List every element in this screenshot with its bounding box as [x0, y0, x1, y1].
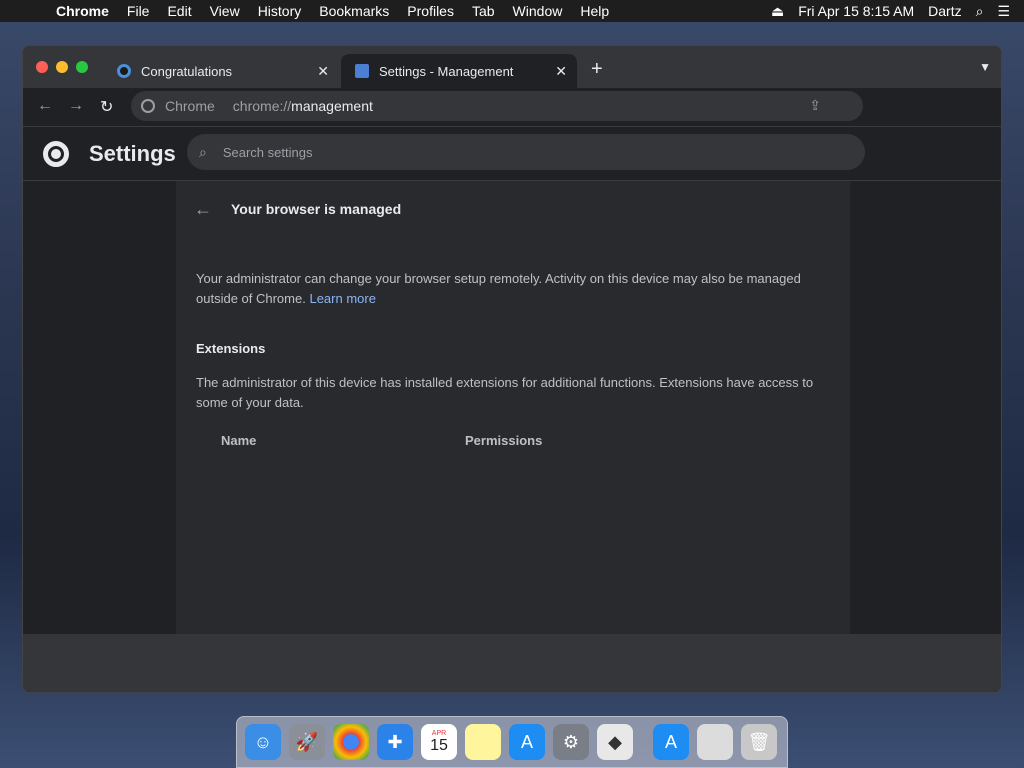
url-path: management: [291, 98, 373, 114]
tab-congratulations[interactable]: Congratulations ✕: [103, 54, 339, 88]
tab-settings-management[interactable]: Settings - Management ✕: [341, 54, 577, 88]
search-placeholder: Search settings: [222, 144, 313, 160]
trash-icon[interactable]: 🗑: [741, 724, 777, 760]
reload-icon[interactable]: ↻: [100, 97, 113, 117]
close-window-button[interactable]: [36, 61, 48, 73]
settings-search-input[interactable]: ⌕ Search settings: [187, 134, 865, 170]
column-permissions-header: Permissions: [465, 433, 543, 448]
search-icon: ⌕: [199, 143, 207, 160]
system-preferences-icon[interactable]: ⚙: [553, 724, 589, 760]
control-center-icon[interactable]: ☰: [997, 3, 1010, 20]
chrome-icon[interactable]: [333, 724, 369, 760]
menu-user[interactable]: Dartz: [928, 3, 961, 19]
menu-file[interactable]: File: [127, 3, 150, 19]
settings-title: Settings: [89, 141, 176, 166]
tab-search-chevron-icon[interactable]: ▼: [979, 60, 991, 74]
settings-favicon-icon: [355, 64, 369, 78]
minimize-window-button[interactable]: [56, 61, 68, 73]
management-card: ← Your browser is managed Your administr…: [176, 181, 850, 634]
calendar-month: APR: [431, 729, 447, 737]
menu-help[interactable]: Help: [580, 3, 609, 19]
tab-title: Congratulations: [141, 63, 233, 79]
address-bar[interactable]: Chrome chrome://management ⇪: [131, 91, 863, 121]
extensions-heading: Extensions: [196, 341, 266, 356]
download-bar: [23, 634, 1001, 692]
launchpad-icon[interactable]: 🚀: [289, 724, 325, 760]
close-tab-icon[interactable]: ✕: [317, 63, 329, 80]
intro-body: Your administrator can change your brows…: [196, 271, 801, 306]
tab-strip: Congratulations ✕ Settings - Management …: [23, 46, 1001, 88]
new-tab-icon[interactable]: +: [591, 58, 603, 81]
back-arrow-icon[interactable]: ←: [194, 199, 212, 220]
app-store-2-icon[interactable]: A: [653, 724, 689, 760]
toolbar: ← → ↻ Chrome chrome://management ⇪ ●: [23, 88, 1001, 158]
zoom-window-button[interactable]: [76, 61, 88, 73]
content-area: ← Your browser is managed Your administr…: [23, 181, 1001, 634]
menu-window[interactable]: Window: [513, 3, 563, 19]
menu-clock[interactable]: Fri Apr 15 8:15 AM: [798, 3, 914, 19]
learn-more-link[interactable]: Learn more: [309, 291, 375, 306]
settings-header: Settings ⌕ Search settings: [23, 126, 1001, 181]
spotlight-icon[interactable]: ⌕: [976, 3, 984, 20]
calendar-day: 15: [430, 736, 448, 754]
menu-edit[interactable]: Edit: [167, 3, 191, 19]
calendar-icon[interactable]: APR 15: [421, 724, 457, 760]
tab-favicon-icon: [117, 64, 131, 78]
tab-title: Settings - Management: [379, 63, 514, 79]
notes-icon[interactable]: [465, 724, 501, 760]
chrome-logo-icon: [43, 141, 69, 167]
menu-app[interactable]: Chrome: [56, 3, 109, 19]
column-name-header: Name: [221, 433, 257, 448]
forward-arrow-icon[interactable]: →: [68, 97, 84, 115]
page-heading: Your browser is managed: [231, 201, 402, 217]
site-chip[interactable]: Chrome: [165, 98, 215, 114]
file-icon[interactable]: [697, 724, 733, 760]
app-store-icon[interactable]: A: [509, 724, 545, 760]
menu-history[interactable]: History: [258, 3, 302, 19]
finder-icon[interactable]: ☺: [245, 724, 281, 760]
extensions-text: The administrator of this device has ins…: [196, 375, 814, 410]
dock: ☺ 🚀 ✚ APR 15 A ⚙ ◆ A 🗑: [236, 716, 788, 768]
roblox-icon[interactable]: ◆: [597, 724, 633, 760]
menu-bookmarks[interactable]: Bookmarks: [319, 3, 389, 19]
menu-view[interactable]: View: [210, 3, 240, 19]
menu-tab[interactable]: Tab: [472, 3, 495, 19]
intro-text: Your administrator can change your brows…: [196, 269, 830, 309]
browser-window: Congratulations ✕ Settings - Management …: [22, 45, 1002, 693]
menu-bar: Chrome File Edit View History Bookmarks …: [0, 0, 1024, 22]
back-arrow-icon[interactable]: ←: [37, 97, 53, 115]
safari-icon[interactable]: ✚: [377, 724, 413, 760]
chrome-site-icon: [141, 99, 155, 113]
share-icon[interactable]: ⇪: [809, 97, 821, 114]
eject-icon[interactable]: ⏏: [771, 3, 784, 20]
menu-profiles[interactable]: Profiles: [407, 3, 454, 19]
close-tab-icon[interactable]: ✕: [555, 63, 567, 80]
url-scheme: chrome://: [232, 98, 292, 114]
